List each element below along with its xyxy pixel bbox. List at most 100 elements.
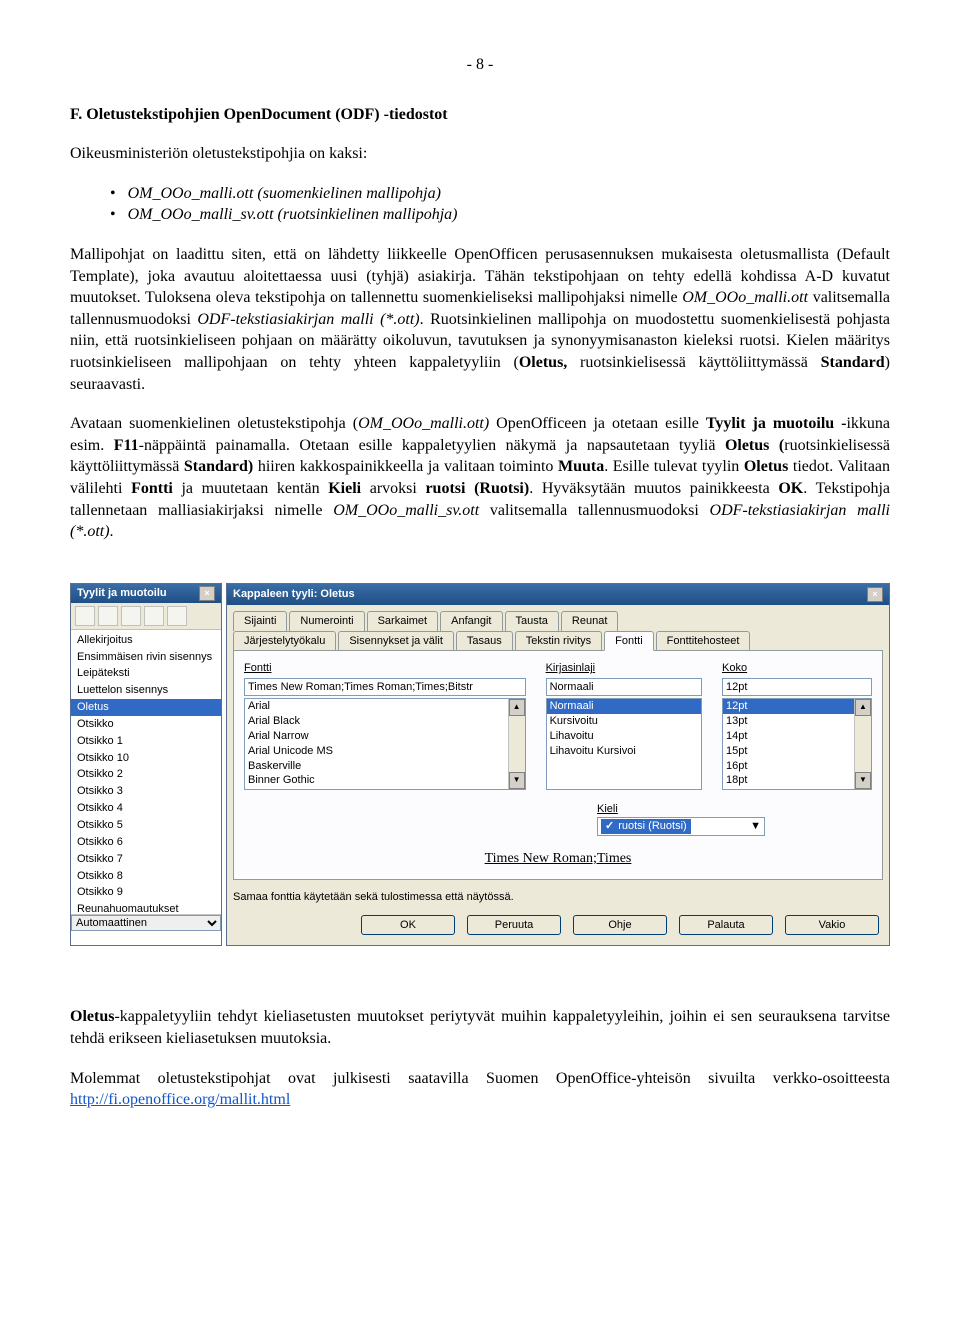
- list-item[interactable]: Otsikko 8: [71, 868, 221, 885]
- check-icon: [605, 819, 614, 834]
- list-item-selected[interactable]: Normaali: [547, 699, 701, 714]
- list-item[interactable]: Otsikko 4: [71, 800, 221, 817]
- reset-button[interactable]: Palauta: [679, 915, 773, 936]
- tab-jarjestelytyokalу[interactable]: Järjestelytyökalu: [233, 631, 336, 652]
- list-item[interactable]: Otsikko 5: [71, 817, 221, 834]
- list-item[interactable]: Otsikko 1: [71, 733, 221, 750]
- tab-rivitys[interactable]: Tekstin rivitys: [515, 631, 602, 652]
- list-item[interactable]: 18pt: [723, 773, 871, 788]
- close-icon[interactable]: ×: [867, 587, 883, 602]
- list-item[interactable]: Otsikko: [71, 716, 221, 733]
- close-icon[interactable]: ×: [199, 586, 215, 601]
- help-button[interactable]: Ohje: [573, 915, 667, 936]
- frame-styles-icon[interactable]: [121, 606, 141, 626]
- size-input[interactable]: [722, 678, 872, 696]
- list-item[interactable]: 14pt: [723, 729, 871, 744]
- ok-button[interactable]: OK: [361, 915, 455, 936]
- tab-anfangit[interactable]: Anfangit: [440, 611, 502, 631]
- typeface-label: Kirjasinlaji: [546, 661, 702, 676]
- list-item[interactable]: Otsikko 9: [71, 884, 221, 901]
- list-item[interactable]: 16pt: [723, 759, 871, 774]
- para-1: Mallipohjat on laadittu siten, että on l…: [70, 244, 890, 395]
- scroll-up-icon[interactable]: ▲: [855, 699, 871, 716]
- scroll-down-icon[interactable]: ▼: [509, 772, 525, 789]
- dialog-title: Kappaleen tyyli: Oletus: [233, 587, 355, 602]
- typeface-input[interactable]: [546, 678, 702, 696]
- list-item[interactable]: Otsikko 7: [71, 851, 221, 868]
- template-list: OM_OOo_malli.ott (suomenkielinen mallipo…: [110, 183, 890, 226]
- list-item-selected[interactable]: Oletus: [71, 699, 221, 716]
- size-listbox[interactable]: 12pt 13pt 14pt 15pt 16pt 18pt ▲ ▼: [722, 698, 872, 790]
- list-item: OM_OOo_malli.ott (suomenkielinen mallipo…: [110, 183, 890, 205]
- list-item[interactable]: Luettelon sisennys: [71, 682, 221, 699]
- list-item[interactable]: Arial Unicode MS: [245, 744, 525, 759]
- tab-numerointi[interactable]: Numerointi: [289, 611, 364, 631]
- styles-panel: Tyylit ja muotoilu × Allekirjoitus Ensim…: [70, 583, 222, 947]
- dialog-button-row: OK Peruuta Ohje Palauta Vakio: [227, 909, 889, 946]
- tab-fonttitehosteet[interactable]: Fonttitehosteet: [656, 631, 751, 652]
- list-item[interactable]: Otsikko 2: [71, 766, 221, 783]
- list-item[interactable]: Leipäteksti: [71, 665, 221, 682]
- font-input[interactable]: [244, 678, 526, 696]
- styles-panel-title: Tyylit ja muotoilu: [77, 586, 167, 601]
- para-2: Avataan suomenkielinen oletustekstipohja…: [70, 413, 890, 543]
- character-styles-icon[interactable]: [98, 606, 118, 626]
- list-item-selected[interactable]: 12pt: [723, 699, 871, 714]
- tab-tasaus[interactable]: Tasaus: [456, 631, 513, 652]
- list-item[interactable]: Allekirjoitus: [71, 632, 221, 649]
- scroll-up-icon[interactable]: ▲: [509, 699, 525, 716]
- list-item[interactable]: Lihavoitu: [547, 729, 701, 744]
- chevron-down-icon[interactable]: ▼: [750, 819, 761, 834]
- paragraph-styles-icon[interactable]: [75, 606, 95, 626]
- section-heading: F. Oletustekstipohjien OpenDocument (ODF…: [70, 104, 890, 126]
- list-item[interactable]: Arial Narrow: [245, 729, 525, 744]
- list-item[interactable]: 15pt: [723, 744, 871, 759]
- list-item[interactable]: Binner Gothic: [245, 773, 525, 788]
- styles-list[interactable]: Allekirjoitus Ensimmäisen rivin sisennys…: [71, 630, 221, 914]
- list-item[interactable]: Otsikko 6: [71, 834, 221, 851]
- list-item: OM_OOo_malli_sv.ott (ruotsinkielinen mal…: [110, 204, 890, 226]
- cancel-button[interactable]: Peruuta: [467, 915, 561, 936]
- templates-link[interactable]: http://fi.openoffice.org/mallit.html: [70, 1091, 290, 1108]
- list-item[interactable]: Arial Black: [245, 714, 525, 729]
- paragraph-style-dialog: Kappaleen tyyli: Oletus × Sijainti Numer…: [226, 583, 890, 947]
- typeface-listbox[interactable]: Normaali Kursivoitu Lihavoitu Lihavoitu …: [546, 698, 702, 790]
- tab-tausta[interactable]: Tausta: [505, 611, 559, 631]
- tab-row-2: Järjestelytyökalu Sisennykset ja välit T…: [227, 631, 889, 652]
- list-item[interactable]: Otsikko 3: [71, 783, 221, 800]
- tab-reunat[interactable]: Reunat: [561, 611, 618, 631]
- list-item[interactable]: Otsikko 10: [71, 750, 221, 767]
- tab-sijainti[interactable]: Sijainti: [233, 611, 287, 631]
- styles-toolbar: [71, 603, 221, 630]
- styles-filter-select[interactable]: Automaattinen: [71, 915, 221, 931]
- list-item[interactable]: Reunahuomautukset: [71, 901, 221, 914]
- list-item[interactable]: 13pt: [723, 714, 871, 729]
- scroll-down-icon[interactable]: ▼: [855, 772, 871, 789]
- list-item[interactable]: Kursivoitu: [547, 714, 701, 729]
- para-4: Molemmat oletustekstipohjat ovat julkise…: [70, 1068, 890, 1111]
- page-styles-icon[interactable]: [144, 606, 164, 626]
- list-styles-icon[interactable]: [167, 606, 187, 626]
- intro-para: Oikeusministeriön oletustekstipohjia on …: [70, 143, 890, 165]
- tab-sisennykset[interactable]: Sisennykset ja välit: [338, 631, 454, 652]
- dialog-hint: Samaa fonttia käytetään sekä tulostimess…: [227, 880, 889, 909]
- screenshot-container: Tyylit ja muotoilu × Allekirjoitus Ensim…: [70, 583, 890, 947]
- styles-filter: Automaattinen: [71, 914, 221, 931]
- list-item[interactable]: Baskerville: [245, 759, 525, 774]
- scrollbar[interactable]: ▲ ▼: [854, 699, 871, 789]
- font-listbox[interactable]: Arial Arial Black Arial Narrow Arial Uni…: [244, 698, 526, 790]
- tab-sarkaimet[interactable]: Sarkaimet: [367, 611, 439, 631]
- size-label: Koko: [722, 661, 872, 676]
- standard-button[interactable]: Vakio: [785, 915, 879, 936]
- scrollbar[interactable]: ▲ ▼: [508, 699, 525, 789]
- list-item[interactable]: Lihavoitu Kursivoi: [547, 744, 701, 759]
- list-item[interactable]: Ensimmäisen rivin sisennys: [71, 649, 221, 666]
- font-preview: Times New Roman;Times: [244, 850, 872, 869]
- para-3: Oletus-kappaletyyliin tehdyt kieliasetus…: [70, 1006, 890, 1049]
- language-select[interactable]: ruotsi (Ruotsi) ▼: [597, 817, 765, 836]
- page-number: - 8 -: [70, 54, 890, 76]
- font-tab-panel: Fontti Arial Arial Black Arial Narrow Ar…: [233, 650, 883, 879]
- tab-fontti[interactable]: Fontti: [604, 631, 654, 652]
- list-item[interactable]: Arial: [245, 699, 525, 714]
- tab-row-1: Sijainti Numerointi Sarkaimet Anfangit T…: [227, 605, 889, 631]
